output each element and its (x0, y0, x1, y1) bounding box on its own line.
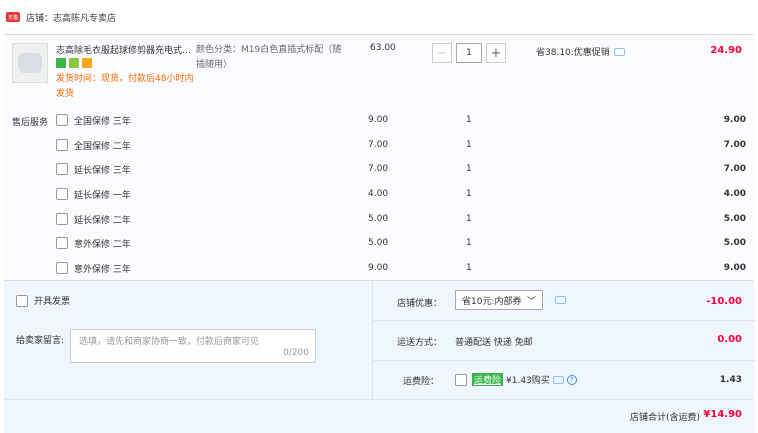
quantity-input[interactable]: 1 (456, 43, 482, 63)
service-row: 延长保修 二年 5.00 1 5.00 (56, 212, 746, 226)
discount-detail-icon[interactable] (613, 47, 625, 56)
service-price: 4.00 (368, 189, 389, 199)
summary-label: 店铺合计(含运费) (629, 413, 700, 423)
service-row: 全国保修 二年 7.00 1 7.00 (56, 138, 746, 152)
coupon-selected: 省10元:内部券 (462, 296, 522, 307)
coupon-select[interactable]: 省10元:内部券 ﹀ (455, 290, 543, 310)
service-label: 售后服务 (12, 118, 49, 128)
service-icons (56, 58, 92, 68)
shipping-time: 发货时间：现货，付款后48小时内发货 (56, 74, 194, 99)
service-subtotal: 9.00 (723, 115, 746, 125)
insurance-info-icon[interactable] (552, 375, 564, 384)
service-checkbox[interactable] (56, 188, 68, 200)
service-row: 意外保修 三年 9.00 1 9.00 (56, 261, 746, 275)
insurance-value: 1.43 (719, 375, 742, 385)
message-placeholder: 选填，请先和商家协商一致，付款后商家可见 (79, 337, 260, 347)
divider (373, 320, 755, 321)
coupon-info-icon[interactable] (555, 296, 566, 304)
service-qty: 1 (466, 263, 472, 273)
insurance-checkbox[interactable] (455, 373, 467, 386)
service-qty: 1 (466, 164, 472, 174)
insurance-tag: 运费险 (472, 373, 504, 386)
service-name: 延长保修 一年 (74, 190, 131, 201)
service-price: 9.00 (368, 115, 389, 125)
service-subtotal: 5.00 (723, 238, 746, 248)
service-subtotal: 4.00 (723, 189, 746, 199)
message-label: 给卖家留言: (16, 336, 65, 346)
increase-button[interactable]: + (486, 43, 506, 63)
summary-total: ¥14.90 (703, 409, 742, 420)
help-icon[interactable]: ? (566, 374, 577, 385)
delivery-label: 运送方式： (397, 338, 443, 348)
invoice-checkbox[interactable] (16, 294, 28, 307)
service-price: 7.00 (368, 164, 389, 174)
message-counter: 0/200 (283, 348, 309, 358)
service-qty: 1 (466, 214, 472, 224)
invoice-option[interactable]: 开具发票 (16, 294, 70, 307)
product-image (18, 53, 42, 73)
order-item: 志高除毛衣服起球修剪器充电式… 发货时间：现货，付款后48小时内发货 颜色分类：… (4, 34, 754, 280)
shop-name-link[interactable]: 店铺：志高陈凡专卖店 (26, 11, 116, 24)
service-price: 9.00 (368, 263, 389, 273)
service-qty: 1 (466, 140, 472, 150)
decrease-button[interactable]: − (432, 43, 452, 63)
service-row: 全国保修 三年 9.00 1 9.00 (56, 113, 746, 127)
service-subtotal: 9.00 (723, 263, 746, 273)
service-subtotal: 7.00 (723, 164, 746, 174)
service-price: 5.00 (368, 214, 389, 224)
sku-info: 颜色分类：M19白色直插式标配（随插随用） (196, 45, 342, 70)
service-checkbox[interactable] (56, 114, 68, 126)
seller-message-input[interactable]: 选填，请先和商家协商一致，付款后商家可见 0/200 (70, 329, 316, 363)
item-total: 24.90 (710, 45, 742, 56)
service-name: 意外保修 二年 (74, 239, 131, 250)
coupon-value: -10.00 (706, 296, 742, 307)
payment-card-icon (82, 58, 92, 68)
service-checkbox[interactable] (56, 262, 68, 274)
service-name: 全国保修 二年 (74, 141, 131, 152)
order-options: 开具发票 给卖家留言: 选填，请先和商家协商一致，付款后商家可见 0/200 店… (4, 280, 755, 433)
delivery-fee: 0.00 (717, 334, 742, 345)
chevron-down-icon: ﹀ (526, 296, 536, 307)
service-price: 5.00 (368, 238, 389, 248)
service-checkbox[interactable] (56, 237, 68, 249)
quality-icon (69, 58, 79, 68)
delivery-method: 普通配送 快递 免邮 (455, 338, 533, 348)
product-title-link[interactable]: 志高除毛衣服起球修剪器充电式… (56, 43, 198, 57)
seven-day-return-icon (56, 58, 66, 68)
service-name: 全国保修 三年 (74, 116, 131, 127)
service-qty: 1 (466, 238, 472, 248)
discount-text: 省38.10:优惠促销 (536, 48, 610, 58)
shop-summary: 店铺合计(含运费) ¥14.90 (4, 399, 754, 433)
insurance-label: 运费险： (403, 377, 440, 387)
service-price: 7.00 (368, 140, 389, 150)
service-row: 意外保修 二年 5.00 1 5.00 (56, 236, 746, 250)
tmall-badge-icon: 天猫 (6, 12, 20, 22)
service-row: 延长保修 一年 4.00 1 4.00 (56, 187, 746, 201)
service-checkbox[interactable] (56, 213, 68, 225)
buyer-options: 开具发票 给卖家留言: 选填，请先和商家协商一致，付款后商家可见 0/200 (4, 281, 372, 399)
insurance-option: 运费险 ¥1.43购买 ? (455, 373, 577, 386)
discount-info: 省38.10:优惠促销 (536, 45, 625, 58)
shop-header: 天猫 店铺：志高陈凡专卖店 (0, 0, 758, 34)
service-qty: 1 (466, 189, 472, 199)
invoice-label: 开具发票 (34, 297, 71, 307)
quantity-stepper: − 1 + (432, 43, 506, 63)
fees-panel: 店铺优惠： 省10元:内部券 ﹀ -10.00 运送方式： 普通配送 快递 免邮… (372, 281, 755, 399)
unit-price: 63.00 (370, 43, 396, 53)
divider (373, 360, 755, 361)
service-checkbox[interactable] (56, 139, 68, 151)
service-subtotal: 5.00 (723, 214, 746, 224)
coupon-label: 店铺优惠： (397, 299, 443, 309)
service-subtotal: 7.00 (723, 140, 746, 150)
service-row: 延长保修 三年 7.00 1 7.00 (56, 162, 746, 176)
service-name: 意外保修 三年 (74, 264, 131, 275)
service-name: 延长保修 三年 (74, 165, 131, 176)
service-name: 延长保修 二年 (74, 215, 131, 226)
product-thumbnail[interactable] (12, 43, 48, 83)
insurance-price-text: ¥1.43购买 (506, 376, 550, 386)
service-qty: 1 (466, 115, 472, 125)
service-checkbox[interactable] (56, 163, 68, 175)
